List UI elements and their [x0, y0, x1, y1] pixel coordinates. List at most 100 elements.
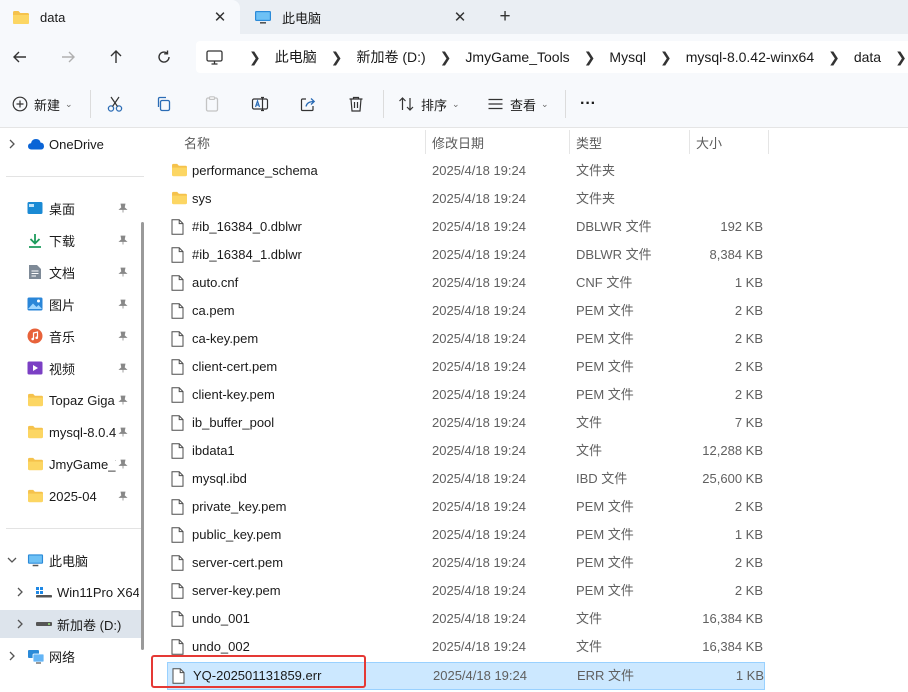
file-row[interactable]: YQ-202501131859.err 2025/4/18 19:24 ERR 文件… [167, 662, 765, 690]
delete-button[interactable] [347, 92, 365, 116]
file-name: undo_001 [192, 611, 250, 626]
sidebar-item-desktop[interactable]: 桌面 [0, 194, 144, 222]
pin-icon[interactable] [118, 267, 128, 277]
sidebar-item-music[interactable]: 音乐 [0, 322, 144, 350]
pin-icon[interactable] [118, 427, 128, 437]
chevron-right-icon[interactable] [6, 651, 18, 661]
forward-button[interactable] [56, 45, 80, 69]
sidebar-item-this-pc[interactable]: 此电脑 [0, 546, 144, 574]
more-options-button[interactable]: ··· [580, 92, 596, 116]
column-header-date[interactable]: 修改日期 [425, 128, 569, 156]
more-icon: ··· [580, 95, 596, 112]
file-row[interactable]: #ib_16384_0.dblwr 2025/4/18 19:24 DBLWR 文件… [167, 214, 765, 242]
tab-data[interactable]: data ✕ [0, 0, 240, 34]
sidebar-item-documents[interactable]: 文档 [0, 258, 144, 286]
file-row[interactable]: public_key.pem 2025/4/18 19:24 PEM 文件 1 KB [167, 522, 765, 550]
file-date: 2025/4/18 19:24 [432, 639, 526, 654]
share-icon [300, 98, 316, 112]
file-size [687, 158, 763, 184]
file-row[interactable]: client-cert.pem 2025/4/18 19:24 PEM 文件 2 KB [167, 354, 765, 382]
file-row[interactable]: undo_001 2025/4/18 19:24 文件 16,384 KB [167, 606, 765, 634]
rename-icon [251, 96, 269, 112]
column-header-name[interactable]: 名称 [167, 128, 425, 156]
cut-button[interactable] [106, 92, 124, 116]
up-button[interactable] [104, 45, 128, 69]
file-row[interactable]: ca.pem 2025/4/18 19:24 PEM 文件 2 KB [167, 298, 765, 326]
sidebar-item-onedrive[interactable]: OneDrive [0, 130, 144, 158]
pin-icon[interactable] [118, 331, 128, 341]
column-header-size[interactable]: 大小 [689, 128, 768, 156]
pin-icon[interactable] [118, 491, 128, 501]
pin-icon[interactable] [118, 203, 128, 213]
file-row[interactable]: ib_buffer_pool 2025/4/18 19:24 文件 7 KB [167, 410, 765, 438]
chevron-right-icon[interactable]: ❯ [828, 49, 840, 66]
file-row[interactable]: client-key.pem 2025/4/18 19:24 PEM 文件 2 KB [167, 382, 765, 410]
copy-button[interactable] [155, 92, 173, 116]
sidebar-item-videos[interactable]: 视频 [0, 354, 144, 382]
file-type: 文件 [576, 415, 603, 430]
column-divider[interactable] [768, 130, 769, 154]
address-bar[interactable]: ❯ 此电脑 ❯ 新加卷 (D:) ❯ JmyGame_Tools ❯ Mysql… [196, 41, 908, 73]
file-row[interactable]: undo_002 2025/4/18 19:24 文件 16,384 KB [167, 634, 765, 662]
close-icon[interactable]: ✕ [210, 7, 230, 27]
file-row[interactable]: auto.cnf 2025/4/18 19:24 CNF 文件 1 KB [167, 270, 765, 298]
breadcrumb-drive-d[interactable]: 新加卷 (D:) [356, 47, 425, 67]
file-date: 2025/4/18 19:24 [432, 359, 526, 374]
chevron-right-icon[interactable] [14, 619, 26, 629]
file-row[interactable]: server-cert.pem 2025/4/18 19:24 PEM 文件 2 KB [167, 550, 765, 578]
sidebar-item-network[interactable]: 网络 [0, 642, 144, 670]
pin-icon[interactable] [118, 363, 128, 373]
chevron-right-icon[interactable] [14, 587, 26, 597]
file-row[interactable]: private_key.pem 2025/4/18 19:24 PEM 文件 2 KB [167, 494, 765, 522]
new-button[interactable]: 新建 ⌄ [12, 92, 73, 116]
view-button[interactable]: 查看 ⌄ [487, 92, 549, 116]
file-row[interactable]: ibdata1 2025/4/18 19:24 文件 12,288 KB [167, 438, 765, 466]
pin-icon[interactable] [118, 235, 128, 245]
pin-icon[interactable] [118, 299, 128, 309]
sidebar-item-mysql[interactable]: mysql-8.0.42 [0, 418, 144, 446]
chevron-right-icon[interactable]: ❯ [440, 49, 452, 66]
back-button[interactable] [8, 45, 32, 69]
file-row[interactable]: server-key.pem 2025/4/18 19:24 PEM 文件 2 KB [167, 578, 765, 606]
file-row[interactable]: performance_schema 2025/4/18 19:24 文件夹 [167, 158, 765, 186]
share-button[interactable] [299, 92, 317, 116]
breadcrumb-mysql[interactable]: Mysql [609, 49, 646, 65]
chevron-right-icon[interactable] [6, 139, 18, 149]
file-row[interactable]: #ib_16384_1.dblwr 2025/4/18 19:24 DBLWR 文件… [167, 242, 765, 270]
breadcrumb-mysql-version[interactable]: mysql-8.0.42-winx64 [686, 49, 814, 65]
new-tab-button[interactable]: + [494, 6, 516, 28]
chevron-down-icon[interactable] [6, 556, 18, 564]
tab-this-pc[interactable]: 此电脑 ✕ [242, 0, 480, 34]
chevron-right-icon[interactable]: ❯ [895, 49, 907, 66]
sort-button[interactable]: 排序 ⌄ [398, 92, 460, 116]
sidebar-item-topaz-giga[interactable]: Topaz Giga [0, 386, 144, 414]
breadcrumb-jmygame-tools[interactable]: JmyGame_Tools [465, 49, 569, 65]
sidebar-item-2025-04[interactable]: 2025-04 [0, 482, 144, 510]
file-row[interactable]: sys 2025/4/18 19:24 文件夹 [167, 186, 765, 214]
chevron-right-icon[interactable]: ❯ [584, 49, 596, 66]
pin-icon[interactable] [118, 395, 128, 405]
file-type: DBLWR 文件 [576, 247, 652, 262]
chevron-right-icon[interactable]: ❯ [331, 49, 343, 66]
sidebar-scrollbar[interactable] [141, 222, 144, 650]
chevron-right-icon[interactable]: ❯ [660, 49, 672, 66]
sidebar-item-drive-d[interactable]: 新加卷 (D:) [0, 610, 144, 638]
file-row[interactable]: ca-key.pem 2025/4/18 19:24 PEM 文件 2 KB [167, 326, 765, 354]
close-icon[interactable]: ✕ [450, 7, 470, 27]
music-icon [27, 328, 43, 344]
rename-button[interactable] [251, 92, 269, 116]
file-row[interactable]: mysql.ibd 2025/4/18 19:24 IBD 文件 25,600 KB [167, 466, 765, 494]
file-name: client-cert.pem [192, 359, 278, 374]
file-date: 2025/4/18 19:24 [432, 191, 526, 206]
refresh-button[interactable] [152, 45, 176, 69]
column-header-type[interactable]: 类型 [569, 128, 689, 156]
file-date: 2025/4/18 19:24 [432, 331, 526, 346]
sidebar-item-jmygame[interactable]: JmyGame_T [0, 450, 144, 478]
sidebar-item-win11pro[interactable]: Win11Pro X64 [0, 578, 144, 606]
breadcrumb-this-pc[interactable]: 此电脑 [275, 47, 317, 67]
sidebar-item-downloads[interactable]: 下载 [0, 226, 144, 254]
breadcrumb-data[interactable]: data [854, 49, 881, 65]
paste-button[interactable] [203, 92, 221, 116]
sidebar-item-pictures[interactable]: 图片 [0, 290, 144, 318]
pin-icon[interactable] [118, 459, 128, 469]
